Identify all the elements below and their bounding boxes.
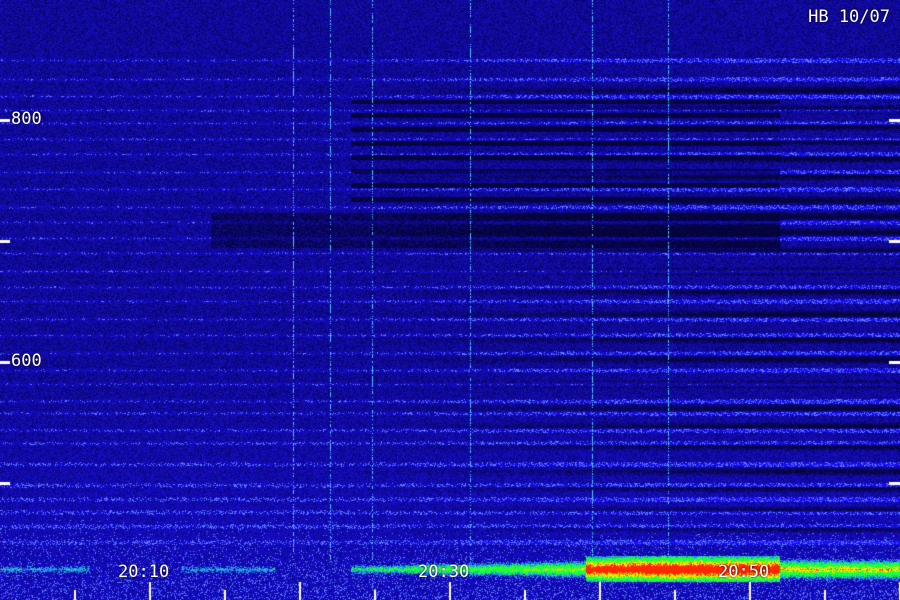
- station-date-label: HB 10/07: [808, 7, 890, 27]
- time-label-2010: 20:10: [118, 562, 170, 582]
- frequency-label-800: 800: [11, 109, 42, 129]
- spectrogram-canvas: [0, 0, 900, 600]
- spectrogram-view: HB 10/07 800 600 20:10 20:30 20:50: [0, 0, 900, 600]
- time-label-2030: 20:30: [418, 562, 470, 582]
- frequency-label-600: 600: [11, 351, 42, 371]
- time-label-2050: 20:50: [718, 562, 770, 582]
